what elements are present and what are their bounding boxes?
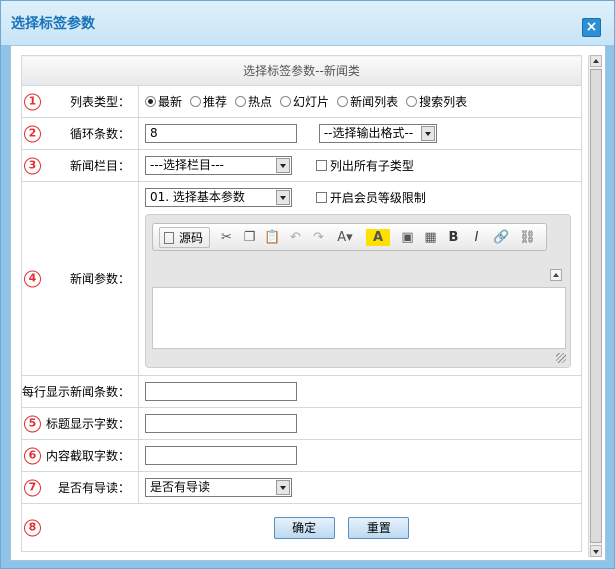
- link-icon[interactable]: 🔗: [493, 229, 510, 246]
- scroll-up-button[interactable]: [590, 55, 602, 67]
- confirm-button[interactable]: 确定: [273, 516, 335, 539]
- per-row-input[interactable]: [145, 382, 297, 401]
- params-form: 选择标签参数--新闻类 1 列表类型： 最新 推荐 热点 幻灯片 新闻列表 搜索…: [21, 55, 582, 552]
- close-button[interactable]: ×: [582, 18, 601, 37]
- list-type-radio-group: 最新 推荐 热点 幻灯片 新闻列表 搜索列表: [145, 93, 581, 110]
- marker-7: 7: [24, 479, 41, 496]
- list-type-label-cell: 1 列表类型：: [21, 85, 139, 118]
- titlebar: 选择标签参数 ×: [1, 1, 614, 45]
- font-color-icon[interactable]: A▾: [333, 229, 357, 246]
- undo-icon[interactable]: ↶: [287, 229, 304, 246]
- per-row-label: 每行显示新闻条数：: [22, 385, 131, 399]
- content-chars-label: 内容截取字数：: [45, 449, 130, 463]
- category-cell: ---选择栏目--- 列出所有子类型: [138, 149, 582, 182]
- params-label: 新闻参数：: [69, 272, 130, 286]
- dialog-window: 选择标签参数 × 选择标签参数--新闻类 1 列表类型： 最新 推荐 热点 幻灯…: [0, 0, 615, 569]
- close-icon: ×: [585, 19, 598, 35]
- marker-6: 6: [24, 447, 41, 464]
- italic-icon[interactable]: I: [468, 229, 485, 246]
- output-format-select[interactable]: --选择输出格式--: [318, 124, 437, 143]
- arrow-up-icon: [593, 59, 599, 63]
- params-label-cell: 4 新闻参数：: [21, 181, 139, 376]
- marker-1: 1: [24, 93, 41, 110]
- dialog-title: 选择标签参数: [11, 16, 95, 32]
- editor-toolbar: 源码 ✂ ❐ 📋 ↶ ↷ A▾ A ▣ ▦ B I 🔗 ⛓: [152, 223, 547, 251]
- marker-5: 5: [24, 415, 41, 432]
- content-panel: 选择标签参数--新闻类 1 列表类型： 最新 推荐 热点 幻灯片 新闻列表 搜索…: [10, 45, 606, 561]
- scroll-down-button[interactable]: [590, 545, 602, 557]
- loop-count-label-cell: 2 循环条数：: [21, 117, 139, 150]
- per-row-cell: [138, 375, 582, 408]
- category-label-cell: 3 新闻栏目：: [21, 149, 139, 182]
- radio-news-list[interactable]: 新闻列表: [337, 93, 398, 110]
- intro-label-cell: 7 是否有导读：: [21, 471, 139, 504]
- scissors-icon[interactable]: ✂: [218, 229, 235, 246]
- intro-label: 是否有导读：: [57, 481, 130, 495]
- title-chars-input[interactable]: [145, 414, 297, 433]
- bold-icon[interactable]: B: [445, 229, 462, 246]
- title-chars-label-cell: 5 标题显示字数：: [21, 407, 139, 440]
- title-chars-label: 标题显示字数：: [45, 417, 130, 431]
- radio-latest[interactable]: 最新: [145, 93, 182, 110]
- category-label: 新闻栏目：: [69, 159, 130, 173]
- editor-scroll-up-button[interactable]: [550, 269, 562, 281]
- marker-2: 2: [24, 125, 41, 142]
- source-button[interactable]: 源码: [159, 227, 211, 248]
- document-icon: [164, 231, 174, 244]
- reset-button[interactable]: 重置: [348, 516, 410, 539]
- per-row-label-cell: 每行显示新闻条数：: [21, 375, 139, 408]
- marker-4: 4: [24, 270, 41, 287]
- loop-count-label: 循环条数：: [69, 127, 130, 141]
- loop-count-input[interactable]: 8: [145, 124, 297, 143]
- radio-hot[interactable]: 热点: [235, 93, 272, 110]
- marker-3: 3: [24, 157, 41, 174]
- rich-text-editor: 源码 ✂ ❐ 📋 ↶ ↷ A▾ A ▣ ▦ B I 🔗 ⛓: [145, 214, 571, 368]
- chevron-down-icon: [276, 158, 290, 173]
- radio-recommend[interactable]: 推荐: [190, 93, 227, 110]
- chevron-down-icon: [420, 126, 435, 141]
- editor-text-area[interactable]: [152, 287, 566, 349]
- content-chars-input[interactable]: [145, 446, 297, 465]
- member-level-checkbox[interactable]: 开启会员等级限制: [315, 189, 426, 206]
- table-icon[interactable]: ▦: [422, 229, 439, 246]
- basic-params-select[interactable]: 01. 选择基本参数: [145, 188, 292, 207]
- chevron-down-icon: [276, 190, 290, 205]
- actions-cell: 8 确定 重置: [21, 503, 582, 552]
- list-subtypes-checkbox[interactable]: 列出所有子类型: [315, 157, 414, 174]
- redo-icon[interactable]: ↷: [310, 229, 327, 246]
- paste-icon[interactable]: 📋: [264, 229, 281, 246]
- vertical-scrollbar[interactable]: [588, 55, 602, 557]
- list-type-cell: 最新 推荐 热点 幻灯片 新闻列表 搜索列表: [138, 85, 582, 118]
- content-chars-cell: [138, 439, 582, 472]
- params-cell: 01. 选择基本参数 开启会员等级限制 源码 ✂ ❐ 📋 ↶ ↷ A▾ A ▣ …: [138, 181, 582, 376]
- title-chars-cell: [138, 407, 582, 440]
- radio-slideshow[interactable]: 幻灯片: [280, 93, 329, 110]
- radio-search-list[interactable]: 搜索列表: [406, 93, 467, 110]
- category-select[interactable]: ---选择栏目---: [145, 156, 292, 175]
- form-header: 选择标签参数--新闻类: [21, 55, 582, 86]
- intro-select[interactable]: 是否有导读: [145, 478, 292, 497]
- content-chars-label-cell: 6 内容截取字数：: [21, 439, 139, 472]
- intro-cell: 是否有导读: [138, 471, 582, 504]
- resize-grip-icon[interactable]: [556, 353, 566, 363]
- highlight-icon[interactable]: A: [366, 229, 390, 246]
- image-icon[interactable]: ▣: [399, 229, 416, 246]
- unlink-icon[interactable]: ⛓: [519, 229, 536, 246]
- arrow-down-icon: [593, 550, 599, 554]
- loop-count-cell: 8 --选择输出格式--: [138, 117, 582, 150]
- marker-8: 8: [24, 519, 41, 536]
- list-type-label: 列表类型：: [69, 95, 130, 109]
- scroll-thumb[interactable]: [590, 69, 602, 543]
- chevron-down-icon: [276, 480, 290, 495]
- copy-icon[interactable]: ❐: [241, 229, 258, 246]
